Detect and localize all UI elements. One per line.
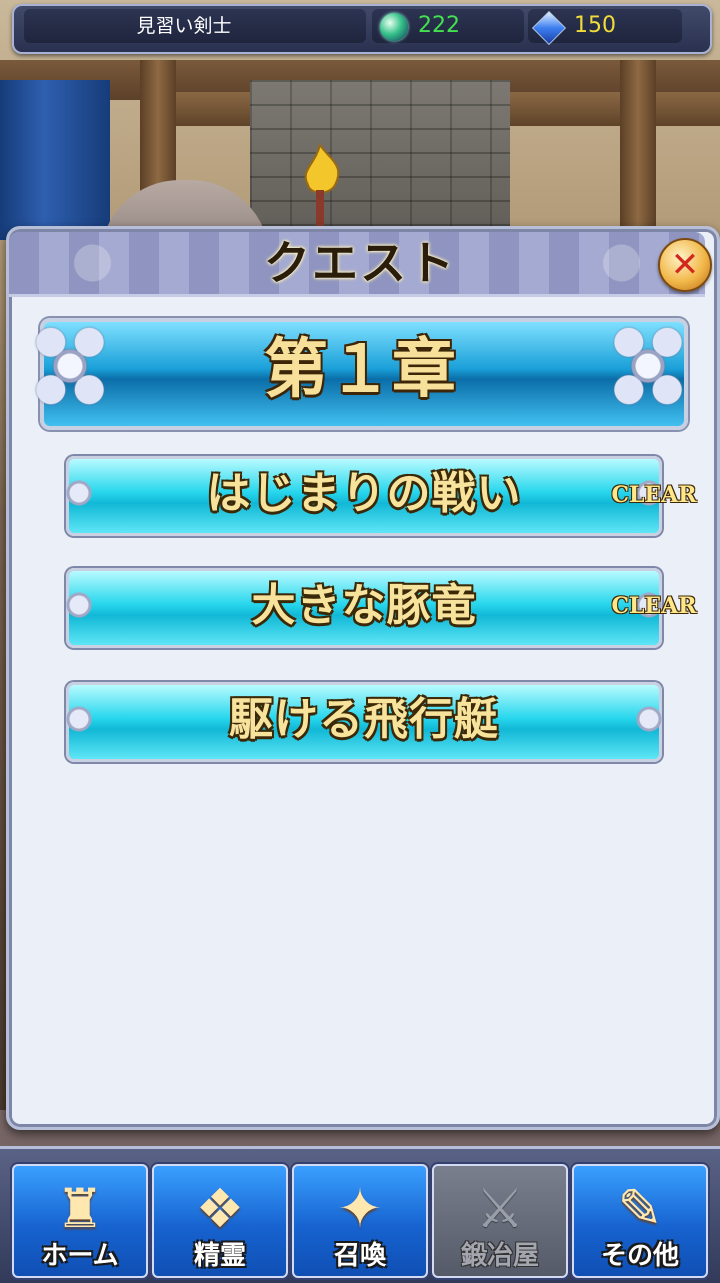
scroll-quill-icon: ✎ — [617, 1177, 663, 1240]
quest-stage-label: 大きな豚竜 — [251, 580, 477, 631]
close-icon: ✕ — [670, 245, 700, 285]
clear-badge: CLEAR — [611, 482, 697, 508]
blacksmith-icon: ⚔ — [475, 1177, 525, 1240]
chapter-title: 第１章 — [264, 333, 456, 407]
spirit-book-icon: ❖ — [195, 1177, 245, 1240]
quest-stage-button[interactable]: はじまりの戦い — [65, 456, 663, 536]
stone-chimney — [250, 80, 510, 250]
blue-curtain — [0, 80, 110, 240]
torch-icon — [304, 142, 340, 240]
ornament-icon — [65, 459, 93, 527]
nav-label: ホーム — [41, 1241, 119, 1271]
close-button[interactable]: ✕ — [658, 238, 712, 292]
ornament-icon — [22, 312, 118, 420]
nav-label: 鍛冶屋 — [460, 1241, 539, 1271]
ornament-icon — [65, 571, 93, 639]
clear-badge: CLEAR — [611, 593, 697, 619]
player-name: 見習い剣士 — [136, 15, 232, 37]
nav-label: その他 — [600, 1241, 679, 1271]
castle-icon: ♜ — [55, 1177, 105, 1240]
nav-home-button[interactable]: ♜ ホーム — [12, 1164, 148, 1278]
nav-spirit-button[interactable]: ❖ 精霊 — [152, 1164, 288, 1278]
nav-label: 召喚 — [333, 1241, 386, 1271]
ornament-icon — [65, 685, 93, 753]
spirit-stone-count: 222 — [418, 13, 460, 38]
crystal-count: 150 — [574, 13, 616, 38]
quest-stage-button[interactable]: 駆ける飛行艇 — [65, 682, 663, 762]
nav-summon-button[interactable]: ✦ 召喚 — [292, 1164, 428, 1278]
quest-stage-label: はじまりの戦い — [206, 468, 522, 519]
dialog-title: クエスト — [264, 236, 456, 290]
nav-other-button[interactable]: ✎ その他 — [572, 1164, 708, 1278]
quest-stage-label: 駆ける飛行艇 — [229, 694, 499, 745]
ornament-icon — [635, 685, 663, 753]
summon-book-icon: ✦ — [337, 1177, 383, 1240]
green-gem-icon — [380, 13, 408, 41]
nav-blacksmith-button[interactable]: ⚔ 鍛冶屋 — [432, 1164, 568, 1278]
ornament-icon — [600, 312, 696, 420]
quest-stage-button[interactable]: 大きな豚竜 — [65, 568, 663, 648]
nav-label: 精霊 — [193, 1241, 246, 1271]
